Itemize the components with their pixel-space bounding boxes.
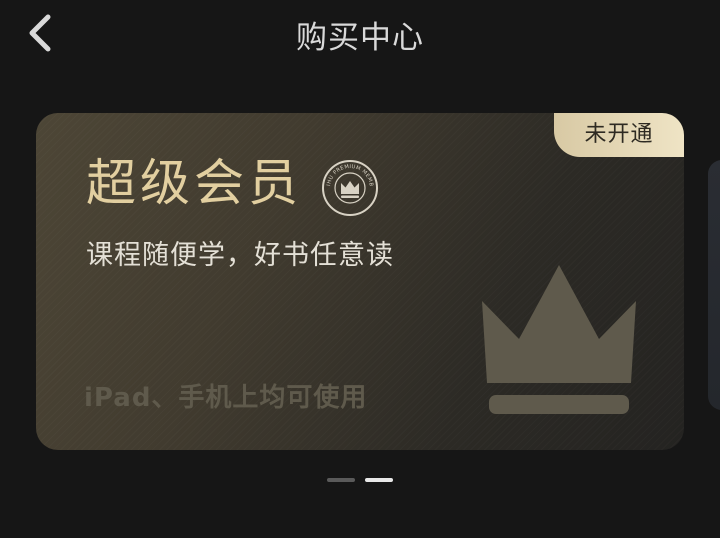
page-dot[interactable]	[327, 478, 355, 482]
page-dot-active[interactable]	[365, 478, 393, 482]
purchase-center-page: 购买中心 未开通 超级会员 ZHIHU PREMIUM MEMBER 课程随便学…	[0, 0, 720, 538]
crown-icon	[482, 265, 636, 414]
status-badge: 未开通	[554, 113, 684, 157]
card-footer-note: iPad、手机上均可使用	[84, 383, 368, 413]
super-member-card[interactable]: 未开通 超级会员 ZHIHU PREMIUM MEMBER 课程随便学，好书任意…	[36, 113, 684, 450]
card-subtitle: 课程随便学，好书任意读	[86, 240, 394, 271]
premium-seal-icon: ZHIHU PREMIUM MEMBER	[321, 159, 378, 216]
page-indicator	[0, 478, 720, 484]
card-title: 超级会员	[86, 154, 302, 212]
nav-bar: 购买中心	[0, 0, 720, 70]
page-title: 购买中心	[296, 20, 424, 56]
next-card-peek[interactable]	[708, 160, 720, 410]
